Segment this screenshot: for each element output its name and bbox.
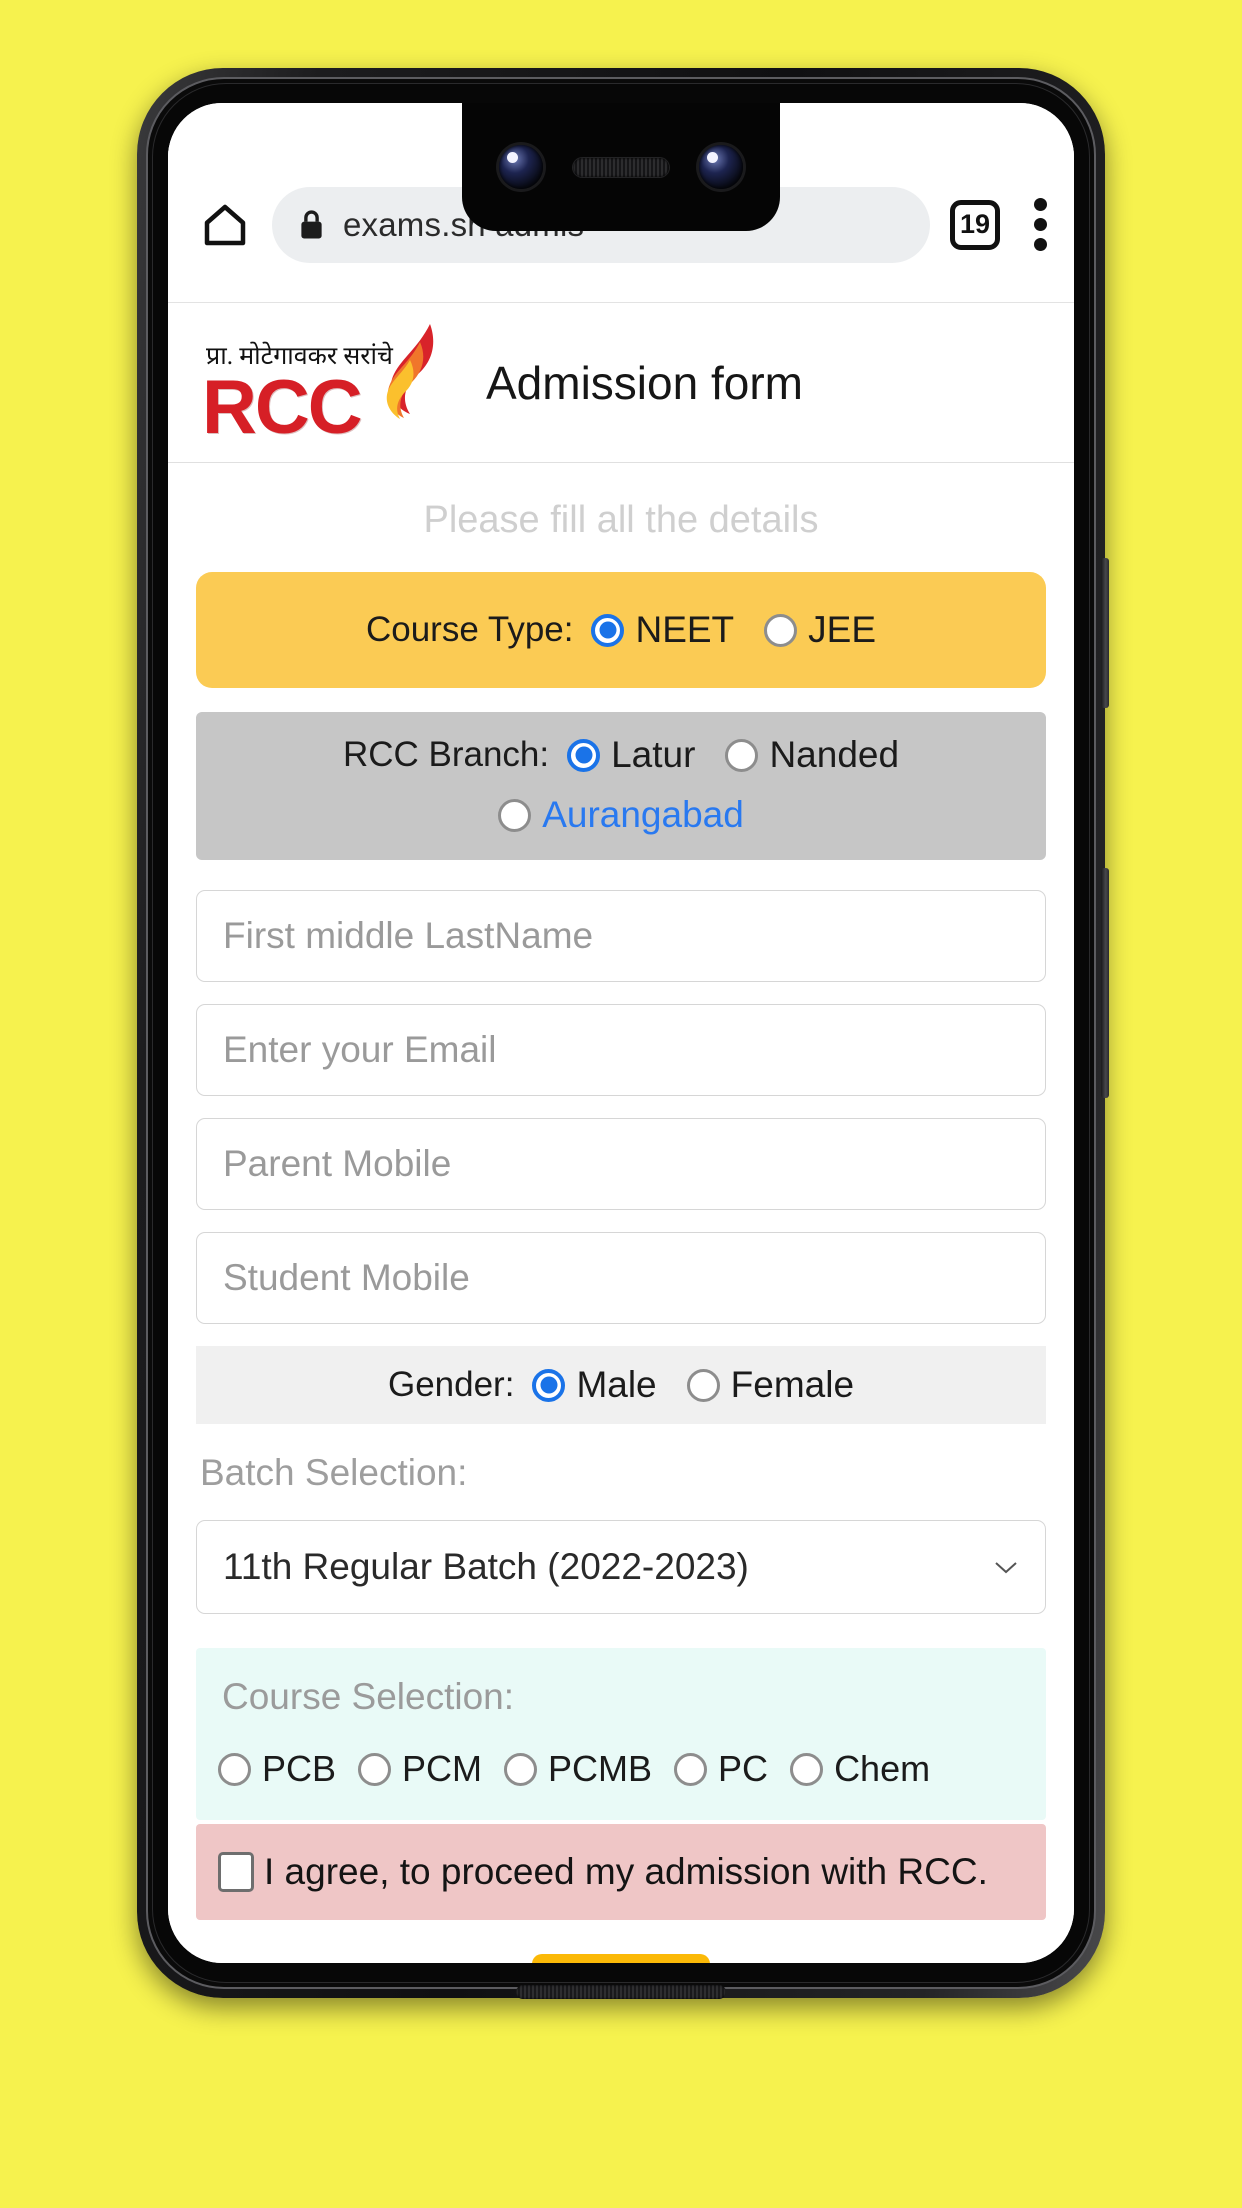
submit-button[interactable]	[532, 1954, 710, 1963]
menu-dot	[1034, 198, 1047, 211]
chevron-down-icon	[995, 1562, 1017, 1574]
radio-latur[interactable]	[567, 738, 601, 772]
page-title: Admission form	[486, 356, 803, 409]
course-pcmb-label: PCMB	[548, 1748, 653, 1789]
course-type-option-jee[interactable]: JEE	[764, 609, 876, 651]
logo-rcc-text: RCC	[202, 364, 363, 450]
branch-label: RCC Branch:	[342, 735, 550, 774]
batch-selected-value: 11th Regular Batch (2022-2023)	[223, 1546, 749, 1587]
branch-row-secondary: Aurangabad	[196, 794, 1046, 836]
rcc-logo: प्रा. मोटेगावकर सरांचे RCC	[198, 323, 450, 450]
flame-icon	[386, 323, 434, 419]
course-selection-options: PCB PCM PCMB PC Chem	[196, 1748, 1046, 1790]
agreement-label: I agree, to proceed my admission with RC…	[264, 1851, 988, 1892]
batch-selection-label: Batch Selection:	[200, 1452, 468, 1493]
course-pcm-label: PCM	[402, 1748, 483, 1789]
radio-male[interactable]	[532, 1368, 566, 1402]
menu-dot	[1034, 218, 1047, 231]
radio-chem[interactable]	[790, 1752, 824, 1786]
course-chem-label: Chem	[834, 1748, 931, 1789]
gender-group: Gender: Male Female	[196, 1346, 1046, 1424]
course-option-chem[interactable]: Chem	[790, 1748, 930, 1790]
course-option-pcm[interactable]: PCM	[358, 1748, 482, 1790]
branch-row-primary: RCC Branch: Latur Nanded	[196, 734, 1046, 776]
front-camera-left-icon	[499, 145, 543, 189]
radio-neet[interactable]	[591, 613, 625, 647]
radio-female[interactable]	[686, 1368, 720, 1402]
agreement-row: I agree, to proceed my admission with RC…	[196, 1824, 1046, 1920]
gender-option-male[interactable]: Male	[532, 1364, 657, 1406]
parent-mobile-placeholder: Parent Mobile	[223, 1143, 452, 1184]
course-option-pcb[interactable]: PCB	[218, 1748, 336, 1790]
radio-pc[interactable]	[674, 1752, 708, 1786]
lock-icon	[301, 209, 322, 238]
course-selection-group: Course Selection: PCB PCM PCMB PC Chem	[196, 1648, 1046, 1820]
branch-group: RCC Branch: Latur Nanded Aurangabad	[196, 712, 1046, 860]
course-type-neet-label: NEET	[635, 609, 735, 650]
student-mobile-input[interactable]: Student Mobile	[196, 1232, 1046, 1324]
gender-label: Gender:	[387, 1365, 515, 1404]
power-button[interactable]	[1101, 558, 1109, 708]
radio-jee[interactable]	[764, 613, 798, 647]
email-placeholder: Enter your Email	[223, 1029, 497, 1070]
home-icon[interactable]	[198, 198, 252, 252]
branch-latur-label: Latur	[611, 734, 696, 775]
course-pcb-label: PCB	[262, 1748, 337, 1789]
volume-button[interactable]	[1101, 868, 1109, 1098]
radio-nanded[interactable]	[725, 738, 759, 772]
tab-counter-label: 19	[959, 209, 991, 239]
course-option-pcmb[interactable]: PCMB	[504, 1748, 652, 1790]
radio-pcmb[interactable]	[504, 1752, 538, 1786]
branch-nanded-label: Nanded	[769, 734, 900, 775]
branch-option-latur[interactable]: Latur	[567, 734, 695, 776]
gender-male-label: Male	[576, 1364, 657, 1405]
student-mobile-placeholder: Student Mobile	[223, 1257, 470, 1298]
full-name-placeholder: First middle LastName	[223, 915, 594, 956]
course-selection-label: Course Selection:	[222, 1676, 515, 1717]
page-header: प्रा. मोटेगावकर सरांचे RCC Admission for…	[168, 303, 1074, 463]
screen-content: exams.sh admis 19 प्रा. मोटेगावकर सरांचे…	[168, 103, 1074, 1963]
phone-screen: exams.sh admis 19 प्रा. मोटेगावकर सरांचे…	[168, 103, 1074, 1963]
radio-pcm[interactable]	[358, 1752, 392, 1786]
home-indicator	[516, 1985, 726, 1999]
course-type-jee-label: JEE	[808, 609, 877, 650]
gender-option-female[interactable]: Female	[686, 1364, 855, 1406]
form-subtitle: Please fill all the details	[423, 499, 819, 541]
branch-aurangabad-label: Aurangabad	[542, 794, 744, 835]
course-type-label: Course Type:	[365, 610, 574, 649]
email-input[interactable]: Enter your Email	[196, 1004, 1046, 1096]
gender-female-label: Female	[730, 1364, 855, 1405]
batch-select[interactable]: 11th Regular Batch (2022-2023)	[196, 1520, 1046, 1614]
branch-option-nanded[interactable]: Nanded	[725, 734, 899, 776]
radio-aurangabad[interactable]	[498, 798, 532, 832]
parent-mobile-input[interactable]: Parent Mobile	[196, 1118, 1046, 1210]
full-name-input[interactable]: First middle LastName	[196, 890, 1046, 982]
course-option-pc[interactable]: PC	[674, 1748, 768, 1790]
menu-dot	[1034, 238, 1047, 251]
submit-row	[196, 1954, 1046, 1963]
front-camera-right-icon	[699, 145, 743, 189]
three-dot-menu-icon[interactable]	[1034, 191, 1048, 258]
branch-option-aurangabad[interactable]: Aurangabad	[498, 794, 744, 836]
course-type-option-neet[interactable]: NEET	[591, 609, 734, 651]
course-type-group: Course Type: NEET JEE	[196, 572, 1046, 688]
tab-counter-button[interactable]: 19	[950, 199, 1000, 250]
agreement-checkbox[interactable]	[218, 1852, 254, 1892]
course-pc-label: PC	[718, 1748, 769, 1789]
admission-form: Please fill all the details Course Type:…	[168, 463, 1074, 1963]
radio-pcb[interactable]	[218, 1752, 251, 1786]
phone-notch	[462, 103, 780, 231]
earpiece-speaker	[573, 157, 669, 177]
